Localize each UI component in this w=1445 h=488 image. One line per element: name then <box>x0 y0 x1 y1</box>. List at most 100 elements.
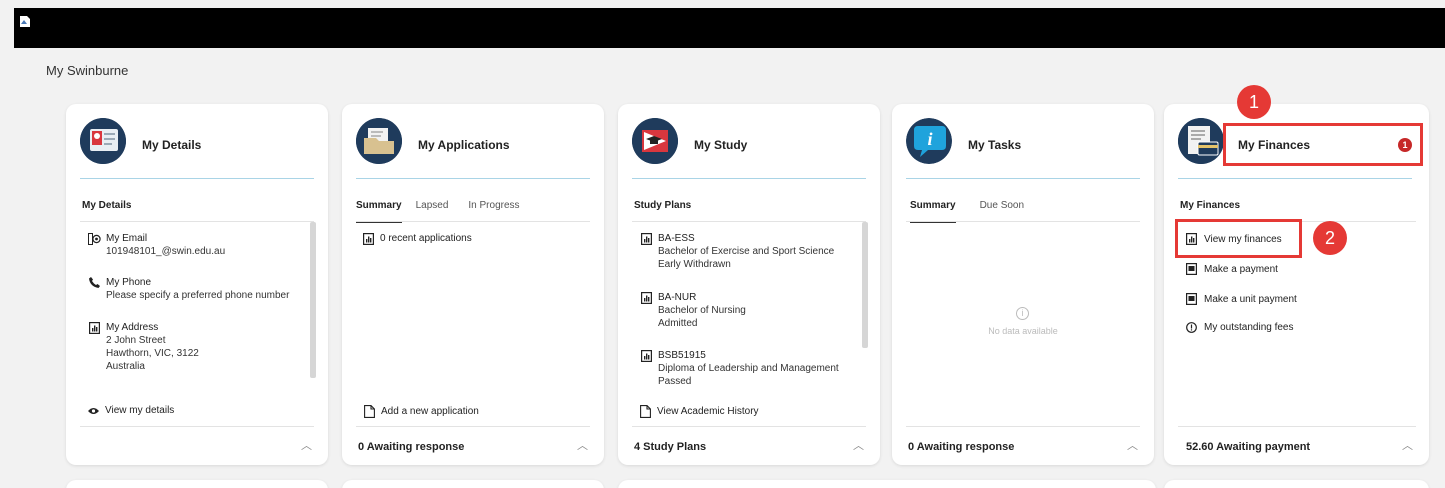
file-icon <box>364 405 375 418</box>
study-plan-status: Passed <box>658 376 692 387</box>
study-plan-item[interactable]: BSB51915 Diploma of Leadership and Manag… <box>640 349 839 388</box>
footer-divider <box>1178 426 1416 427</box>
scrollbar[interactable] <box>862 222 868 348</box>
add-new-application-link[interactable]: Add a new application <box>364 405 479 418</box>
document-chart-icon <box>640 349 653 362</box>
card-title: My Study <box>694 138 748 152</box>
step-marker-1: 1 <box>1237 85 1271 119</box>
document-chart-icon <box>362 232 375 245</box>
footer-divider <box>356 426 590 427</box>
no-data-message: No data available <box>988 326 1058 336</box>
study-plan-item[interactable]: BA-ESS Bachelor of Exercise and Sport Sc… <box>640 232 834 271</box>
recent-applications-item: 0 recent applications <box>362 232 472 245</box>
header-divider <box>80 178 314 179</box>
add-new-application-label: Add a new application <box>381 406 479 417</box>
invoice-icon <box>1186 263 1197 275</box>
my-applications-card: My Applications Summary Lapsed In Progre… <box>342 104 604 465</box>
header-divider <box>356 178 590 179</box>
tasks-info-icon: i <box>906 118 952 164</box>
study-plan-code: BSB51915 <box>658 350 706 361</box>
study-plan-name: Bachelor of Exercise and Sport Science <box>658 246 835 257</box>
my-details-card: My Details My Details My Email 101948101… <box>66 104 328 465</box>
address-label: My Address <box>106 322 159 333</box>
study-status: 4 Study Plans <box>634 441 707 453</box>
chevron-up-icon[interactable]: ︿ <box>301 437 312 453</box>
phone-label: My Phone <box>106 277 152 288</box>
outstanding-fees-link[interactable]: My outstanding fees <box>1186 322 1294 333</box>
finances-card-icon <box>1178 118 1224 164</box>
section-divider <box>80 221 314 222</box>
alert-circle-icon <box>1186 322 1197 333</box>
email-value: 101948101_@swin.edu.au <box>106 246 226 257</box>
make-unit-payment-link[interactable]: Make a unit payment <box>1186 293 1297 305</box>
study-plan-status: Admitted <box>658 318 698 329</box>
footer-divider <box>632 426 866 427</box>
my-tasks-card: i My Tasks Summary Due Soon i No data av… <box>892 104 1154 465</box>
scrollbar[interactable] <box>310 222 316 378</box>
my-study-card: My Study Study Plans BA-ESS Bachelor of … <box>618 104 880 465</box>
svg-text:i: i <box>927 129 932 149</box>
eye-icon <box>88 407 99 415</box>
document-chart-icon <box>640 291 653 304</box>
study-plan-status: Early Withdrawn <box>658 259 731 270</box>
study-plan-item[interactable]: BA-NUR Bachelor of Nursing Admitted <box>640 291 746 330</box>
broken-image-icon <box>20 16 30 27</box>
chevron-up-icon[interactable]: ︿ <box>853 437 864 453</box>
study-plan-name: Bachelor of Nursing <box>658 305 746 316</box>
tab-lapsed[interactable]: Lapsed <box>416 200 449 223</box>
applications-folder-icon <box>356 118 402 164</box>
highlight-my-finances <box>1223 123 1423 166</box>
address-line-1: 2 John Street <box>106 335 166 346</box>
applications-status: 0 Awaiting response <box>358 441 465 453</box>
outstanding-fees-label: My outstanding fees <box>1204 322 1294 333</box>
study-plan-name: Diploma of Leadership and Management <box>658 363 839 374</box>
footer-divider <box>80 426 314 427</box>
view-my-details-label: View my details <box>105 405 175 416</box>
finances-status: 52.60 Awaiting payment <box>1186 441 1311 453</box>
phone-item: My Phone Please specify a preferred phon… <box>88 276 289 302</box>
card-next-row <box>1164 480 1429 488</box>
card-title: My Tasks <box>968 138 1022 152</box>
section-title: My Details <box>82 200 132 211</box>
make-payment-link[interactable]: Make a payment <box>1186 263 1278 275</box>
study-plan-code: BA-ESS <box>658 233 695 244</box>
make-unit-payment-label: Make a unit payment <box>1204 293 1297 305</box>
top-banner <box>14 8 1445 48</box>
card-next-row <box>342 480 604 488</box>
header-divider <box>632 178 866 179</box>
section-divider <box>356 221 590 222</box>
tab-summary[interactable]: Summary <box>356 200 402 223</box>
invoice-icon <box>1186 293 1197 305</box>
chevron-up-icon[interactable]: ︿ <box>1127 437 1138 453</box>
chevron-up-icon[interactable]: ︿ <box>1402 437 1413 453</box>
section-divider <box>632 221 866 222</box>
view-my-details-link[interactable]: View my details <box>88 405 174 416</box>
file-icon <box>640 405 651 418</box>
address-line-2: Hawthorn, VIC, 3122 <box>106 348 199 359</box>
header-divider <box>906 178 1140 179</box>
step-marker-2: 2 <box>1313 221 1347 255</box>
tab-due-soon[interactable]: Due Soon <box>980 200 1024 223</box>
section-title: My Finances <box>1180 200 1241 211</box>
highlight-view-my-finances <box>1175 219 1302 258</box>
tasks-tabs: Summary Due Soon <box>910 200 1044 223</box>
page-title: My Swinburne <box>46 63 129 78</box>
recent-applications-label: 0 recent applications <box>380 233 472 244</box>
study-plan-code: BA-NUR <box>658 292 697 303</box>
tab-in-progress[interactable]: In Progress <box>468 200 519 223</box>
section-title: Study Plans <box>634 200 692 211</box>
card-next-row <box>66 480 328 488</box>
address-item: My Address 2 John Street Hawthorn, VIC, … <box>88 321 199 373</box>
document-chart-icon <box>88 321 101 334</box>
info-circle-icon: i <box>1016 307 1029 320</box>
make-payment-label: Make a payment <box>1204 263 1278 275</box>
email-item: My Email 101948101_@swin.edu.au <box>88 232 225 258</box>
email-label: My Email <box>106 233 148 244</box>
tab-summary[interactable]: Summary <box>910 200 956 223</box>
chevron-up-icon[interactable]: ︿ <box>577 437 588 453</box>
section-divider <box>906 221 1140 222</box>
at-sign-icon <box>88 232 101 245</box>
address-line-3: Australia <box>106 361 145 372</box>
applications-tabs: Summary Lapsed In Progress <box>356 200 540 223</box>
view-academic-history-link[interactable]: View Academic History <box>640 405 759 418</box>
